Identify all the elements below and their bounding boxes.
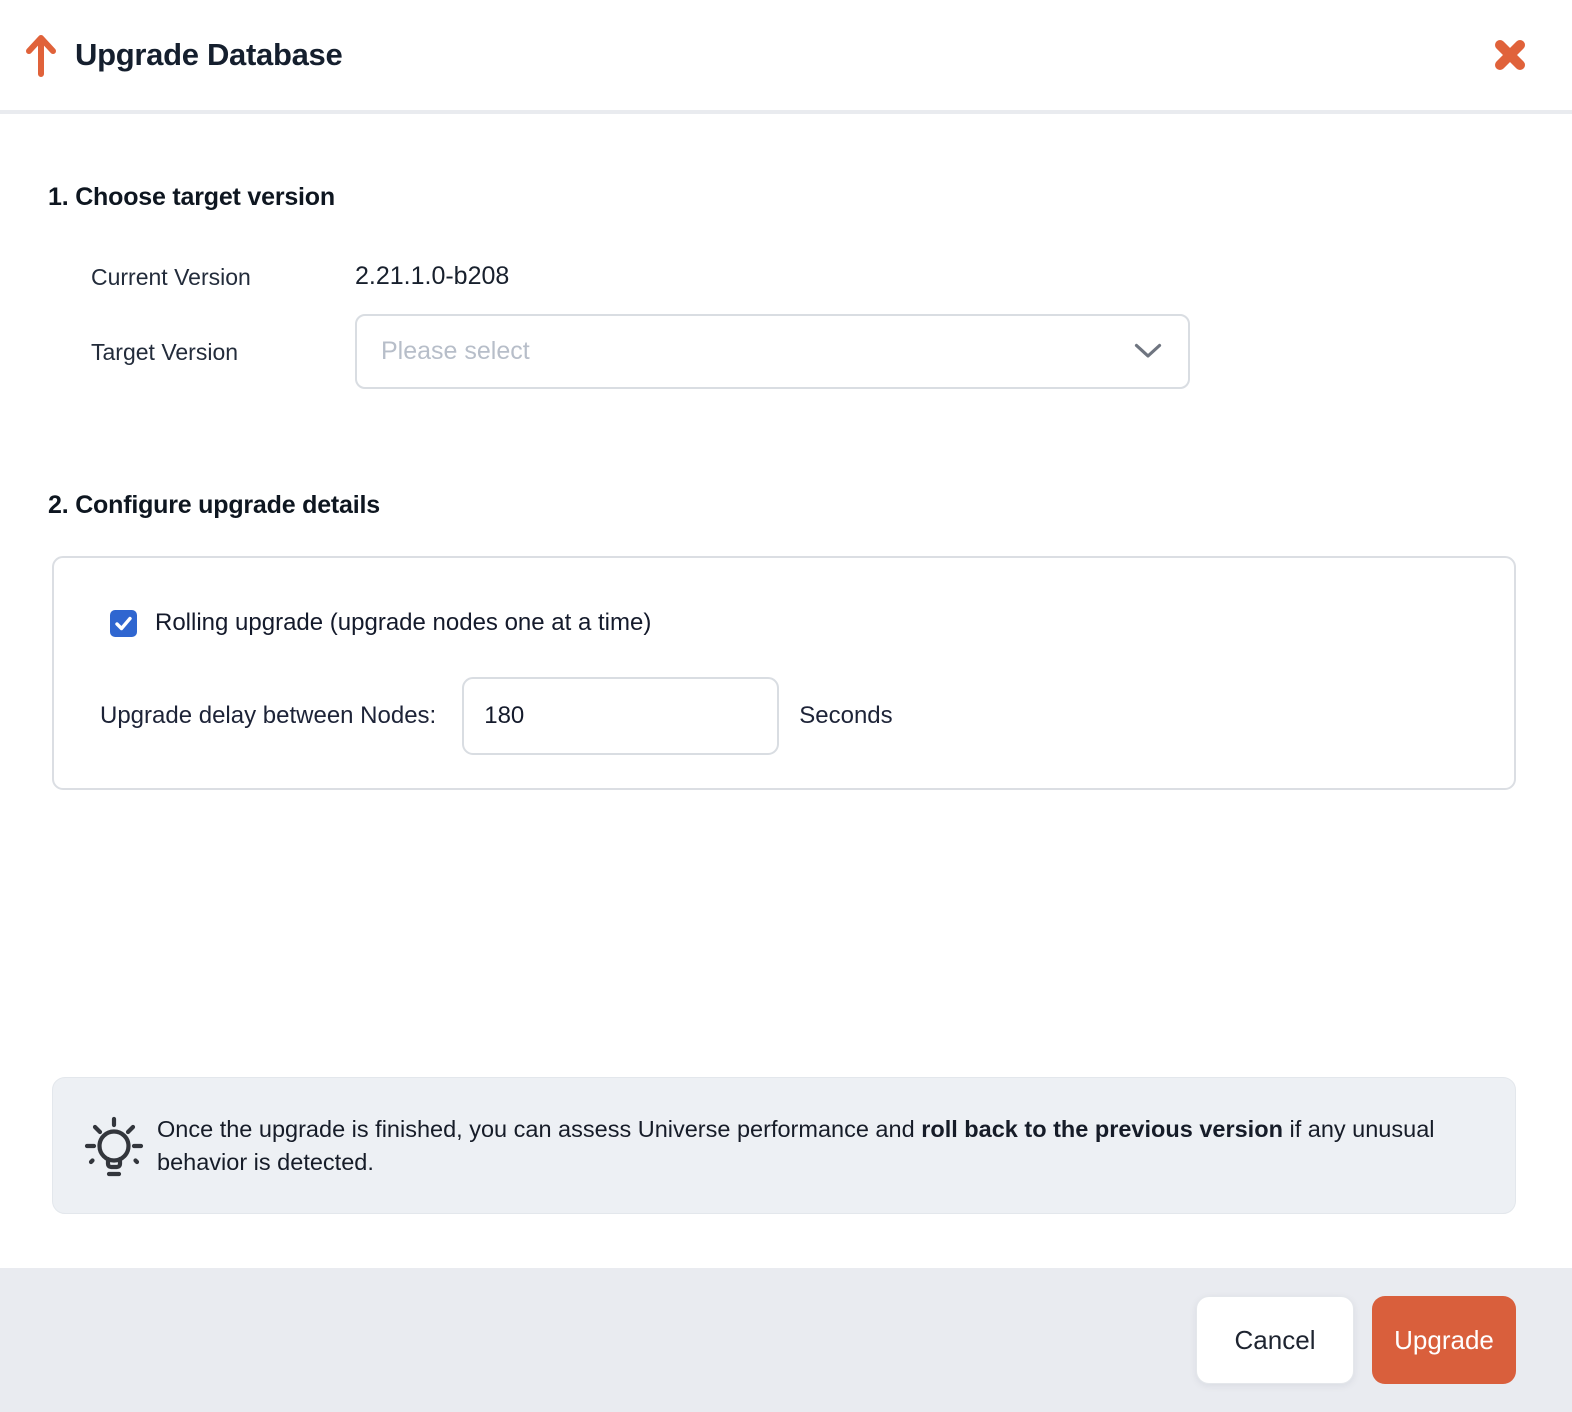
upgrade-delay-label: Upgrade delay between Nodes: (100, 702, 436, 730)
page-title: Upgrade Database (75, 37, 342, 73)
target-version-placeholder: Please select (381, 337, 530, 366)
cancel-button[interactable]: Cancel (1196, 1296, 1354, 1384)
info-message-bold: roll back to the previous version (921, 1116, 1283, 1142)
info-banner: Once the upgrade is finished, you can as… (52, 1077, 1516, 1214)
close-icon[interactable] (1488, 33, 1532, 77)
upgrade-delay-input[interactable] (462, 677, 779, 755)
arrow-up-icon (22, 29, 62, 81)
chevron-down-icon (1134, 343, 1162, 360)
configure-upgrade-details-heading: 2. Configure upgrade details (48, 491, 380, 520)
current-version-label: Current Version (91, 264, 251, 291)
target-version-label: Target Version (91, 339, 238, 366)
modal-header: Upgrade Database (0, 0, 1572, 114)
modal-footer: Cancel Upgrade (0, 1268, 1572, 1412)
upgrade-database-modal: Upgrade Database 1. Choose target versio… (0, 0, 1572, 1412)
upgrade-delay-row: Upgrade delay between Nodes: Seconds (100, 677, 893, 755)
rolling-upgrade-checkbox[interactable] (110, 610, 137, 637)
target-version-select[interactable]: Please select (355, 314, 1190, 389)
choose-target-version-heading: 1. Choose target version (48, 183, 335, 212)
upgrade-delay-unit: Seconds (799, 702, 892, 730)
lightbulb-icon (81, 1110, 147, 1182)
check-icon (113, 613, 134, 634)
rolling-upgrade-label: Rolling upgrade (upgrade nodes one at a … (155, 609, 651, 637)
upgrade-button[interactable]: Upgrade (1372, 1296, 1516, 1384)
info-message-start: Once the upgrade is finished, you can as… (157, 1116, 921, 1142)
current-version-value: 2.21.1.0-b208 (355, 262, 509, 291)
rolling-upgrade-option[interactable]: Rolling upgrade (upgrade nodes one at a … (110, 609, 651, 637)
info-message: Once the upgrade is finished, you can as… (157, 1113, 1455, 1179)
upgrade-details-panel: Rolling upgrade (upgrade nodes one at a … (52, 556, 1516, 790)
